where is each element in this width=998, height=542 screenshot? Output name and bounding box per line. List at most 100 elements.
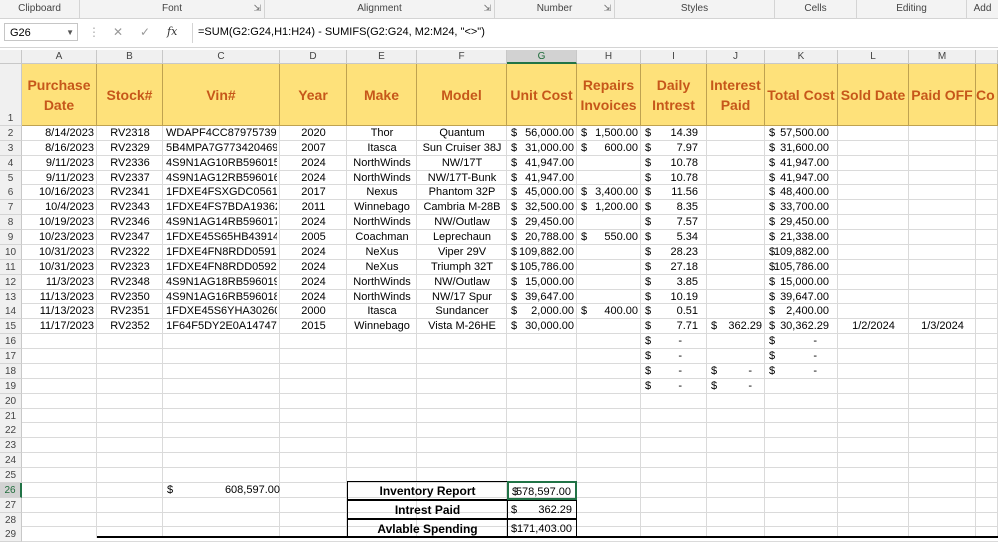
cell-model[interactable]: Cambria M-28B <box>420 200 504 215</box>
cell-purchase-date[interactable]: 10/23/2023 <box>25 230 94 245</box>
cell-purchase-date[interactable]: 8/14/2023 <box>25 126 94 141</box>
row-header[interactable]: 7 <box>0 200 22 215</box>
cell-stock[interactable]: RV2341 <box>100 185 160 200</box>
cell-year[interactable]: 2005 <box>283 230 344 245</box>
cell-vin[interactable]: 1FDXE45S6YHA30260 <box>166 304 277 319</box>
row-header[interactable]: 19 <box>0 379 22 394</box>
cell-model[interactable]: Sun Cruiser 38J <box>420 141 504 156</box>
cell-sold-date[interactable]: 1/2/2024 <box>841 319 906 334</box>
cell-purchase-date[interactable]: 11/13/2023 <box>25 304 94 319</box>
cell-total-cost[interactable]: 39,647.00 <box>768 290 835 305</box>
cell-interest-paid[interactable]: - <box>710 364 762 379</box>
ribbon-group-font[interactable]: Font ⇲ <box>80 0 265 18</box>
cell-stock[interactable]: RV2322 <box>100 245 160 260</box>
row-header[interactable]: 21 <box>0 409 22 424</box>
row-header[interactable]: 14 <box>0 304 22 319</box>
cell-model[interactable]: NW/17T <box>420 156 504 171</box>
cell-total-cost[interactable]: - <box>768 364 835 379</box>
cell-daily-interest[interactable]: - <box>644 364 704 379</box>
select-all-corner[interactable] <box>0 50 22 64</box>
cell-make[interactable]: Thor <box>350 126 414 141</box>
header-cell-b[interactable]: Stock# <box>97 64 163 126</box>
cell-stock[interactable]: RV2323 <box>100 260 160 275</box>
column-header-f[interactable]: F <box>417 50 507 64</box>
dialog-launcher-icon[interactable]: ⇲ <box>603 0 611 17</box>
row-header[interactable]: 8 <box>0 215 22 230</box>
cell-total-cost[interactable]: 31,600.00 <box>768 141 835 156</box>
cell-unit-cost[interactable]: 39,647.00 <box>510 290 574 305</box>
row-header[interactable]: 17 <box>0 349 22 364</box>
cell-daily-interest[interactable]: 5.34 <box>644 230 704 245</box>
cell-total-cost[interactable]: 48,400.00 <box>768 185 835 200</box>
cell-repairs[interactable]: 400.00 <box>580 304 638 319</box>
cell-model[interactable]: Leprechaun <box>420 230 504 245</box>
interest-paid-label[interactable]: Intrest Paid <box>347 500 508 519</box>
cell-model[interactable]: NW/17T-Bunk <box>420 171 504 186</box>
column-header-e[interactable]: E <box>347 50 417 64</box>
cell-vin[interactable]: 4S9N1AG16RB596018 <box>166 290 277 305</box>
cell-vin[interactable]: 1FDXE4FN8RDD05919 <box>166 245 277 260</box>
row-header[interactable]: 20 <box>0 394 22 409</box>
column-header-n[interactable] <box>976 50 998 64</box>
cell-stock[interactable]: RV2337 <box>100 171 160 186</box>
cell-stock[interactable]: RV2347 <box>100 230 160 245</box>
cell-total-cost[interactable]: 57,500.00 <box>768 126 835 141</box>
cell-unit-cost[interactable]: 105,786.00 <box>510 260 574 275</box>
cell-make[interactable]: Winnebago <box>350 319 414 334</box>
cell-make[interactable]: NeXus <box>350 245 414 260</box>
cell-paid-off[interactable]: 1/3/2024 <box>912 319 973 334</box>
cell-make[interactable]: NeXus <box>350 260 414 275</box>
dialog-launcher-icon[interactable]: ⇲ <box>253 0 261 17</box>
cell-year[interactable]: 2000 <box>283 304 344 319</box>
cell-daily-interest[interactable]: - <box>644 379 704 394</box>
column-header-a[interactable]: A <box>22 50 97 64</box>
cell-make[interactable]: NorthWinds <box>350 290 414 305</box>
ribbon-group-editing[interactable]: Editing <box>857 0 967 18</box>
cell-total-cost[interactable]: 41,947.00 <box>768 156 835 171</box>
cell-repairs[interactable]: 1,200.00 <box>580 200 638 215</box>
cell-total-cost[interactable]: 30,362.29 <box>768 319 835 334</box>
cell-vin[interactable]: 1FDXE4FS7BDA19362 <box>166 200 277 215</box>
cell-total-cost[interactable]: 15,000.00 <box>768 275 835 290</box>
cell-total-cost[interactable]: - <box>768 334 835 349</box>
cell-stock[interactable]: RV2352 <box>100 319 160 334</box>
cell-stock[interactable]: RV2348 <box>100 275 160 290</box>
column-header-l[interactable]: L <box>838 50 909 64</box>
cell-stock[interactable]: RV2329 <box>100 141 160 156</box>
header-cell-e[interactable]: Make <box>347 64 417 126</box>
cell-total-cost[interactable]: 29,450.00 <box>768 215 835 230</box>
row-header[interactable]: 18 <box>0 364 22 379</box>
interest-paid-value[interactable]: $362.29 <box>507 500 577 519</box>
row-header[interactable]: 22 <box>0 423 22 438</box>
cell-year[interactable]: 2020 <box>283 126 344 141</box>
row-header[interactable]: 6 <box>0 185 22 200</box>
cell-vin[interactable]: 1FDXE4FN8RDD05922 <box>166 260 277 275</box>
row-header[interactable]: 15 <box>0 319 22 334</box>
row-header[interactable]: 9 <box>0 230 22 245</box>
cell-daily-interest[interactable]: 8.35 <box>644 200 704 215</box>
cell-model[interactable]: Sundancer <box>420 304 504 319</box>
header-cell-k[interactable]: Total Cost <box>765 64 838 126</box>
header-cell-j[interactable]: Interest Paid <box>707 64 765 126</box>
cell-repairs[interactable]: 1,500.00 <box>580 126 638 141</box>
cell-vin[interactable]: 4S9N1AG18RB596019 <box>166 275 277 290</box>
row-header[interactable]: 5 <box>0 171 22 186</box>
header-cell-g[interactable]: Unit Cost <box>507 64 577 126</box>
cell-daily-interest[interactable]: 10.19 <box>644 290 704 305</box>
cell-year[interactable]: 2024 <box>283 275 344 290</box>
cell-purchase-date[interactable]: 10/31/2023 <box>25 260 94 275</box>
row-header[interactable]: 28 <box>0 513 22 528</box>
cell-daily-interest[interactable]: 0.51 <box>644 304 704 319</box>
cell-purchase-date[interactable]: 11/3/2023 <box>25 275 94 290</box>
cell-unit-cost[interactable]: 15,000.00 <box>510 275 574 290</box>
cell-total-cost[interactable]: 41,947.00 <box>768 171 835 186</box>
cell-total-cost[interactable]: 21,338.00 <box>768 230 835 245</box>
row-header[interactable]: 3 <box>0 141 22 156</box>
row-header[interactable]: 29 <box>0 527 22 542</box>
header-cell-i[interactable]: Daily Intrest <box>641 64 707 126</box>
column-header-c[interactable]: C <box>163 50 280 64</box>
cell-c26-total[interactable]: 608,597.00 <box>163 483 280 498</box>
cell-stock[interactable]: RV2336 <box>100 156 160 171</box>
row-header[interactable]: 12 <box>0 275 22 290</box>
cell-daily-interest[interactable]: 10.78 <box>644 156 704 171</box>
